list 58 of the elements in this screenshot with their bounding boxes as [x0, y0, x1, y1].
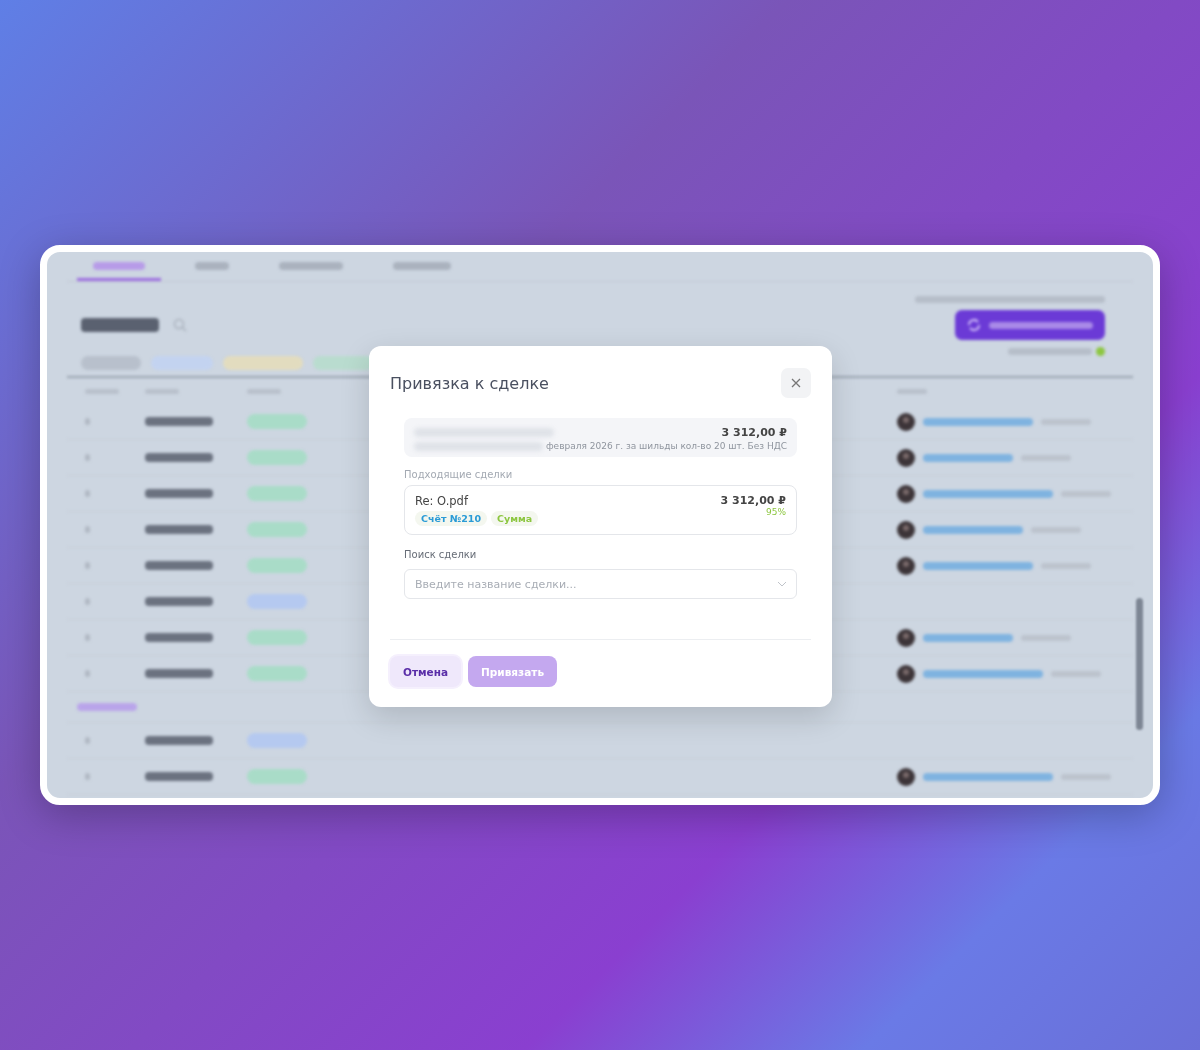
blurred-total: [77, 703, 137, 711]
blurred-number: [85, 634, 90, 641]
blurred-amount: [145, 561, 213, 570]
avatar-icon: [897, 556, 915, 575]
blurred-number: [85, 418, 90, 425]
match-tag: Счёт №210: [415, 511, 487, 526]
blurred-amount: [145, 525, 213, 534]
deal-link[interactable]: [923, 633, 1013, 642]
blurred-amount: [145, 633, 213, 642]
filter-chip[interactable]: [223, 356, 303, 370]
cancel-button[interactable]: Отмена: [390, 656, 462, 687]
avatar-icon: [897, 484, 915, 503]
blurred-amount: [145, 417, 213, 426]
blurred-amount: [145, 736, 213, 745]
status-dot-icon: [1096, 347, 1105, 356]
blurred-number: [85, 773, 90, 780]
avatar-icon: [897, 448, 915, 467]
blurred-number: [85, 670, 90, 677]
deal-link[interactable]: [923, 417, 1033, 426]
chevron-down-icon: [777, 581, 787, 587]
scrollbar[interactable]: [1136, 598, 1143, 730]
match-card[interactable]: Re: O.pdf Счёт №210 Сумма 3 312,00 ₽ 95%: [404, 485, 797, 535]
blurred-amount: [145, 453, 213, 462]
avatar-icon: [897, 412, 915, 431]
close-button[interactable]: [781, 368, 811, 398]
deal-link[interactable]: [923, 561, 1033, 570]
deal-link[interactable]: [923, 669, 1043, 678]
payment-purpose: февраля 2026 г. за шильды кол-во 20 шт. Без НДС: [545, 441, 787, 451]
blurred-amount: [145, 489, 213, 498]
avatar-icon: [897, 520, 915, 539]
blurred-amount: [145, 597, 213, 606]
deal-link[interactable]: [923, 772, 1053, 781]
blurred-number: [85, 454, 90, 461]
field-label: Поиск сделки: [404, 549, 478, 560]
avatar-icon: [897, 628, 915, 647]
deal-link[interactable]: [923, 453, 1013, 462]
close-icon: [791, 378, 801, 388]
section-label: Подходящие сделки: [404, 469, 514, 480]
avatar-icon: [897, 664, 915, 683]
dialog-title: Привязка к сделке: [390, 373, 549, 393]
deal-link[interactable]: [923, 489, 1053, 498]
blurred-number: [85, 737, 90, 744]
deal-name: Re: O.pdf: [415, 494, 468, 508]
blurred-number: [85, 490, 90, 497]
blurred-number: [85, 562, 90, 569]
payment-amount: 3 312,00 ₽: [721, 426, 787, 439]
sync-icon: [967, 318, 981, 332]
match-score: 95%: [766, 507, 786, 517]
deal-link[interactable]: [923, 525, 1023, 534]
blurred-amount: [145, 669, 213, 678]
search-field[interactable]: Введите название сделки...: [404, 569, 797, 599]
blurred-amount: [145, 772, 213, 781]
sync-button[interactable]: [955, 310, 1105, 340]
avatar-icon: [897, 767, 915, 786]
blurred-number: [85, 598, 90, 605]
match-tag: Сумма: [491, 511, 539, 526]
blurred-number: [85, 526, 90, 533]
deal-amount: 3 312,00 ₽: [720, 494, 786, 507]
